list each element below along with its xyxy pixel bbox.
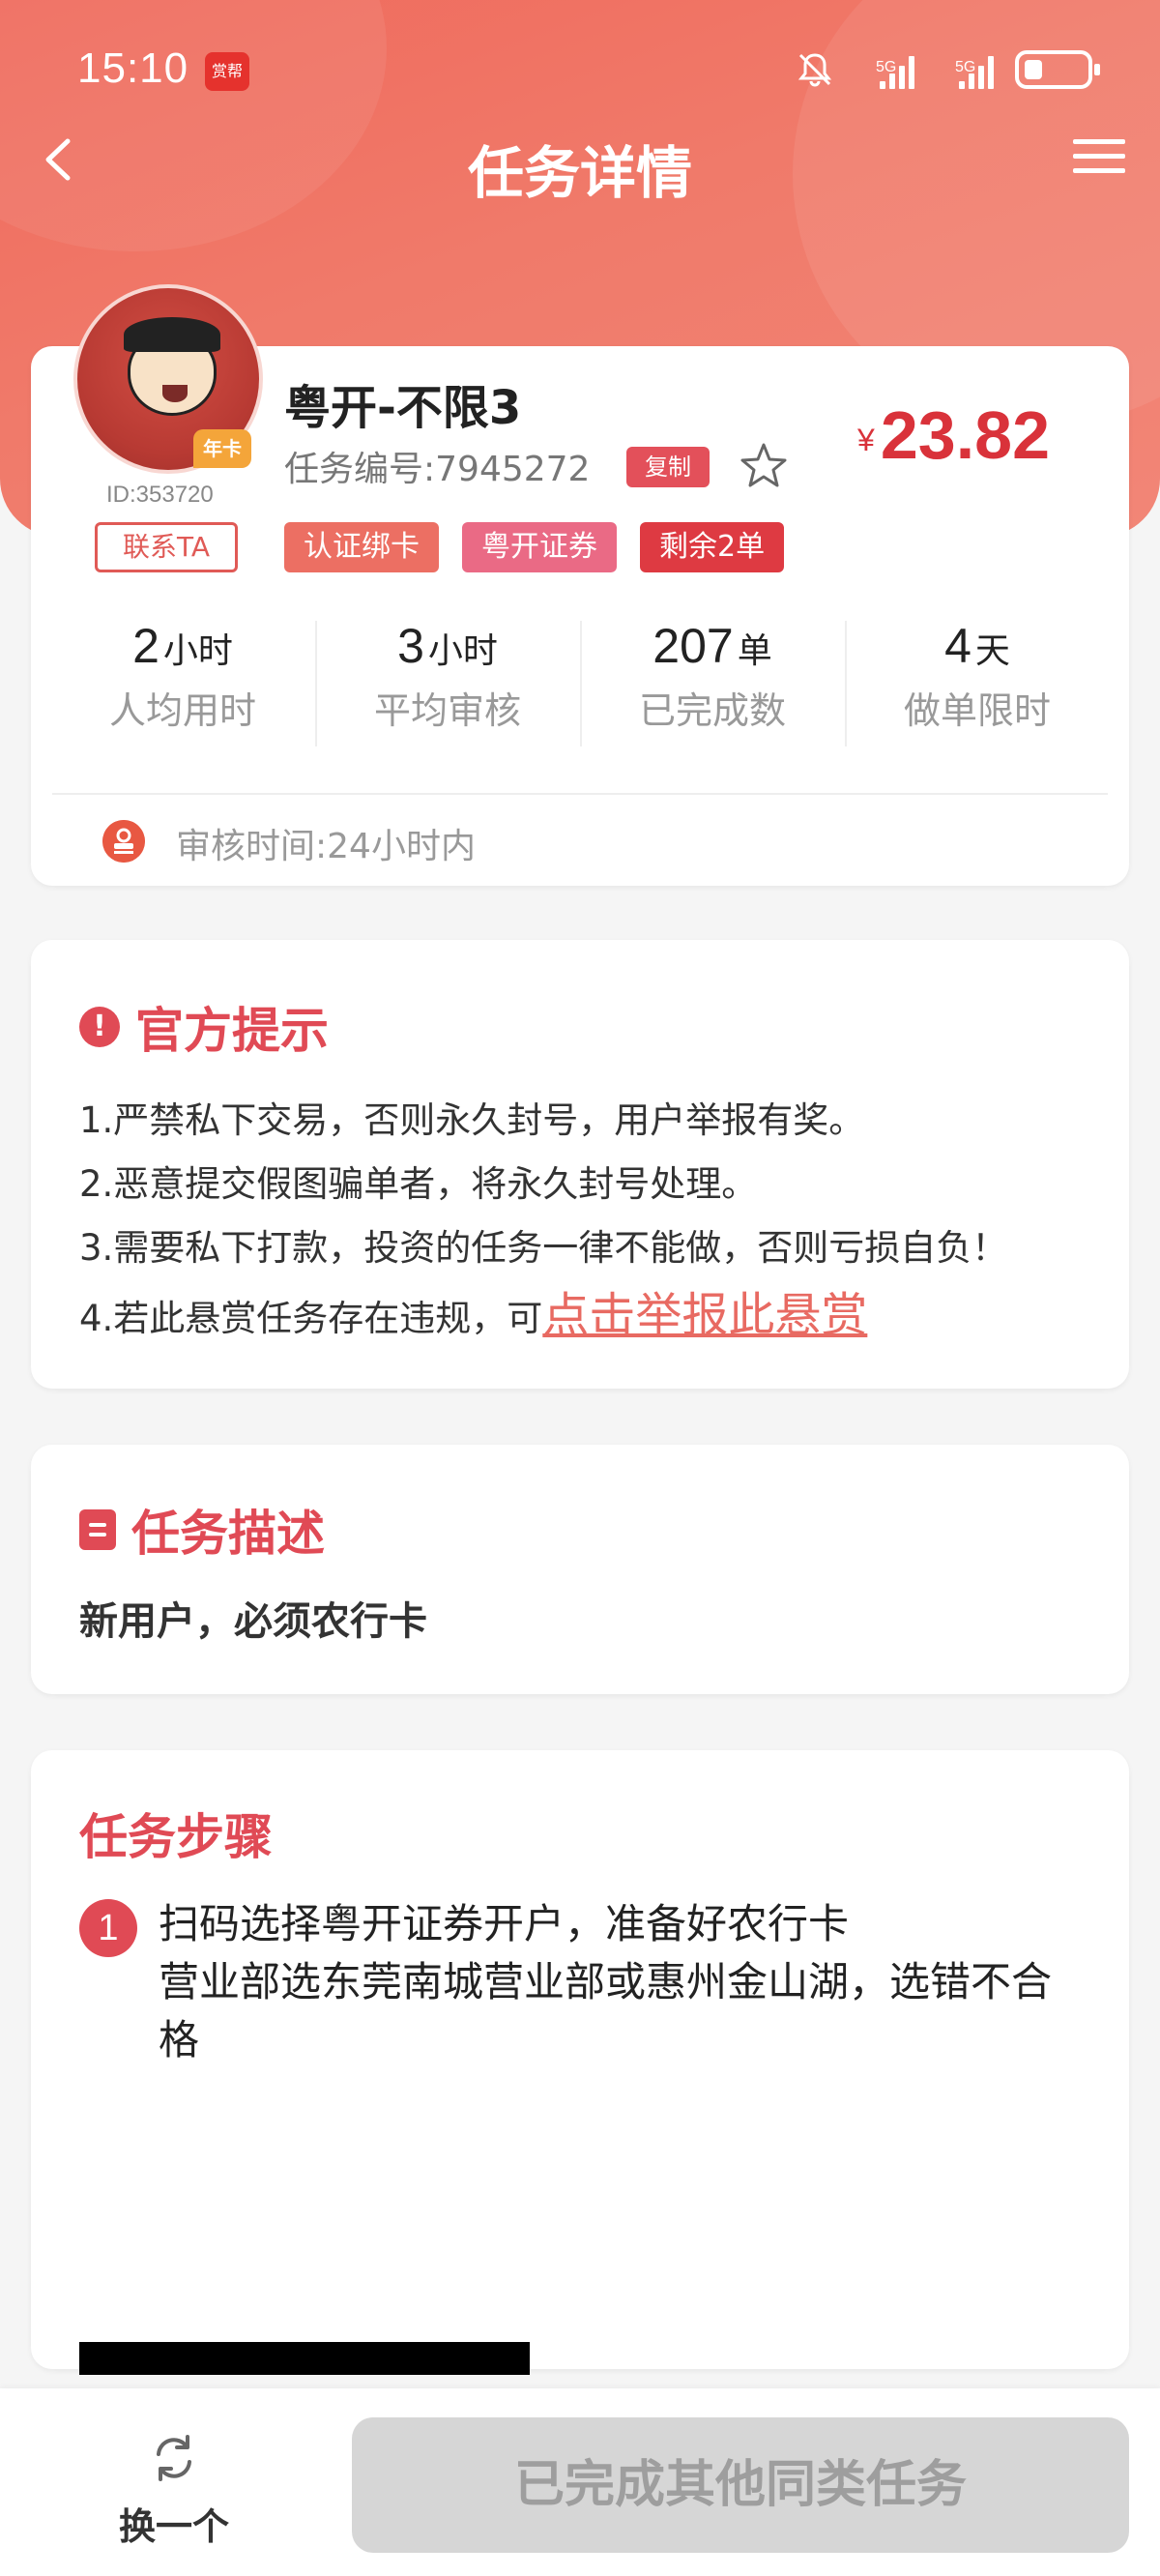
- audit-time: 审核时间:24小时内: [176, 827, 476, 866]
- nav-bar: 任务详情: [0, 106, 1160, 213]
- stat-avg-review: 3 小时 平均审核: [315, 617, 580, 748]
- completed-other-task-button[interactable]: 已完成其他同类任务: [352, 2417, 1129, 2553]
- task-description-card: 任务描述 新用户，必须农行卡: [31, 1445, 1129, 1694]
- step-text: 扫码选择粤开证券开户，准备好农行卡 营业部选东莞南城营业部或惠州金山湖，选错不合…: [159, 1900, 1053, 2064]
- task-steps-card: 任务步骤 1 扫码选择粤开证券开户，准备好农行卡 营业部选东莞南城营业部或惠州金…: [31, 1750, 1129, 2375]
- step-number: 1: [79, 1899, 137, 1957]
- tip-line: 2.恶意提交假图骗单者，将永久封号处理。: [79, 1163, 758, 1205]
- status-icons: 5G 5G: [795, 46, 1100, 93]
- redacted-image: [79, 2342, 530, 2375]
- tag-broker: 粤开证券: [462, 522, 617, 572]
- bell-mute-icon: [798, 53, 832, 87]
- refresh-icon: [157, 2435, 191, 2481]
- stat-completed: 207 单 已完成数: [580, 617, 845, 748]
- description-heading: 任务描述: [79, 1495, 325, 1565]
- task-summary-card: 年卡 ID:353720 粤开-不限3 任务编号:7945272 复制 ¥23.…: [31, 284, 1129, 886]
- stat-avg-time: 2 小时 人均用时: [108, 619, 256, 732]
- tag-verify-card: 认证绑卡: [284, 522, 439, 572]
- copy-button[interactable]: 复制: [626, 447, 710, 487]
- warning-icon: !: [79, 1007, 120, 1047]
- status-time: 15:10: [77, 44, 189, 92]
- signal-icon: 5G: [936, 50, 994, 89]
- contact-button[interactable]: 联系TA: [95, 522, 238, 572]
- menu-icon[interactable]: [1067, 130, 1131, 193]
- tip-line: 1.严禁私下交易，否则永久封号，用户举报有奖。: [79, 1099, 865, 1141]
- user-id: ID:353720: [106, 482, 214, 508]
- audit-stamp-icon: [102, 820, 145, 863]
- tip-line: 3.需要私下打款，投资的任务一律不能做，否则亏损自负！: [79, 1227, 1008, 1269]
- app-notification-badge: 赏帮: [205, 52, 249, 91]
- annual-card-badge: 年卡: [193, 429, 251, 468]
- task-tags: 认证绑卡 粤开证券 剩余2单: [284, 522, 785, 572]
- tag-remaining: 剩余2单: [640, 522, 785, 572]
- divider: [52, 793, 1108, 795]
- battery-icon: [1015, 50, 1100, 89]
- task-number: 任务编号:7945272: [284, 450, 591, 489]
- page-title: 任务详情: [467, 140, 692, 206]
- document-icon: [79, 1509, 116, 1550]
- stat-time-limit: 4天 做单限时: [845, 617, 1110, 748]
- report-link[interactable]: 点击举报此悬赏: [542, 1288, 867, 1342]
- swap-button[interactable]: 换一个: [97, 2429, 251, 2550]
- task-title: 粤开-不限3: [284, 381, 522, 435]
- steps-heading: 任务步骤: [79, 1809, 273, 1865]
- description-text: 新用户，必须农行卡: [79, 1599, 427, 1644]
- tip-line: 4.若此悬赏任务存在违规，可点击举报此悬赏: [79, 1288, 868, 1342]
- swap-label: 换一个: [118, 2505, 229, 2548]
- task-price: ¥23.82: [857, 397, 1050, 473]
- signal-icon: 5G: [856, 50, 914, 89]
- tips-heading: ! 官方提示: [79, 992, 329, 1062]
- official-tips-card: ! 官方提示 1.严禁私下交易，否则永久封号，用户举报有奖。 2.恶意提交假图骗…: [31, 940, 1129, 1389]
- star-icon[interactable]: [737, 439, 791, 493]
- task-stats: 2 小时 人均用时 3 小时 平均审核 207 单 已完成数 4天 做单限时: [50, 617, 1110, 748]
- bottom-action-bar: 换一个 已完成其他同类任务: [0, 2388, 1160, 2576]
